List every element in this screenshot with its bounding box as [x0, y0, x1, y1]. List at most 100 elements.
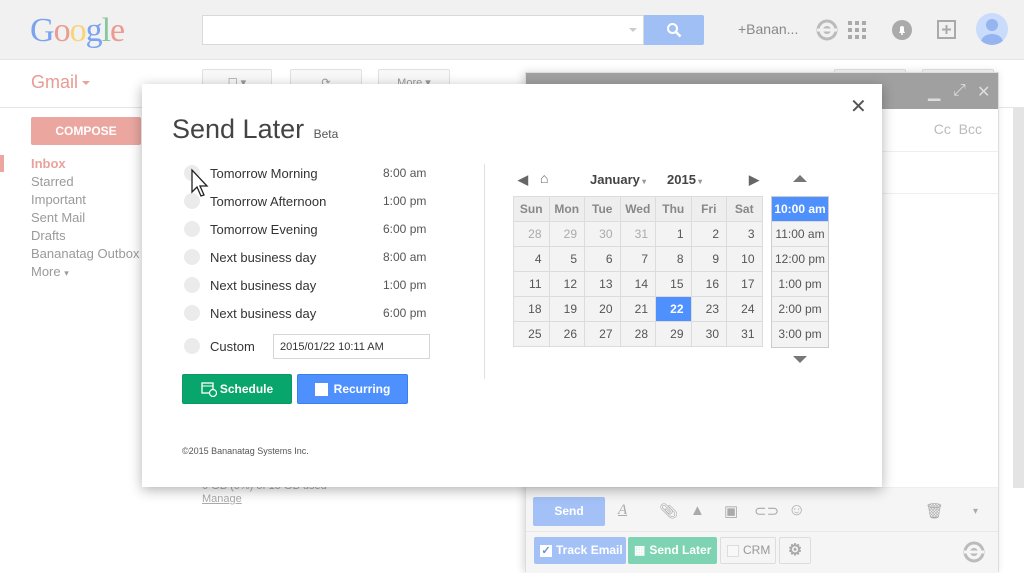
- option-next-business-day-afternoon[interactable]: Next business day 1:00 pm: [184, 276, 434, 296]
- close-icon[interactable]: ✕: [850, 94, 867, 119]
- recurring-toggle[interactable]: Recurring: [297, 374, 408, 404]
- radio-button[interactable]: [184, 277, 200, 293]
- calendar-day[interactable]: 23: [690, 296, 727, 322]
- time-scroll-up-icon[interactable]: [793, 175, 807, 182]
- calendar-day[interactable]: 26: [548, 321, 585, 347]
- calendar-day[interactable]: 28: [513, 221, 550, 247]
- search-button[interactable]: [644, 15, 704, 45]
- avatar[interactable]: [976, 13, 1008, 45]
- search-options-caret-icon[interactable]: [629, 28, 637, 32]
- calendar-day[interactable]: 25: [513, 321, 550, 347]
- time-option[interactable]: 10:00 am: [772, 197, 828, 222]
- formatting-icon[interactable]: A: [618, 502, 627, 519]
- minimize-icon[interactable]: ▁: [928, 82, 940, 102]
- sidebar-item-bananatag-outbox[interactable]: Bananatag Outbox: [31, 245, 139, 263]
- calendar-day[interactable]: 14: [619, 271, 656, 297]
- compose-button[interactable]: COMPOSE: [31, 117, 141, 145]
- calendar-day[interactable]: 28: [619, 321, 656, 347]
- calendar-day[interactable]: 27: [584, 321, 621, 347]
- expand-icon[interactable]: ⤢: [953, 82, 966, 100]
- gmail-menu[interactable]: Gmail: [31, 72, 91, 93]
- calendar-day[interactable]: 5: [548, 246, 585, 272]
- calendar-day[interactable]: 2: [690, 221, 727, 247]
- time-option[interactable]: 2:00 pm: [772, 297, 828, 322]
- radio-button[interactable]: [184, 305, 200, 321]
- drive-icon[interactable]: ▲: [690, 502, 705, 519]
- bananatag-icon[interactable]: [813, 16, 841, 44]
- calendar-day[interactable]: 9: [690, 246, 727, 272]
- time-option[interactable]: 11:00 am: [772, 222, 828, 247]
- calendar-day[interactable]: 22: [655, 296, 692, 322]
- notifications-icon[interactable]: [888, 16, 916, 44]
- calendar-day[interactable]: 19: [548, 296, 585, 322]
- calendar-day[interactable]: 15: [655, 271, 692, 297]
- calendar-day[interactable]: 4: [513, 246, 550, 272]
- calendar-day[interactable]: 29: [548, 221, 585, 247]
- month-select[interactable]: January ▾: [590, 172, 646, 187]
- home-icon[interactable]: ⌂: [540, 170, 548, 186]
- time-scroll-down-icon[interactable]: [793, 356, 807, 363]
- calendar-day[interactable]: 10: [726, 246, 763, 272]
- radio-button[interactable]: [184, 221, 200, 237]
- search-input[interactable]: [202, 15, 644, 45]
- option-tomorrow-afternoon[interactable]: Tomorrow Afternoon 1:00 pm: [184, 192, 434, 212]
- sidebar-item-important[interactable]: Important: [31, 191, 139, 209]
- calendar-day[interactable]: 31: [726, 321, 763, 347]
- calendar-day[interactable]: 3: [726, 221, 763, 247]
- sidebar-item-drafts[interactable]: Drafts: [31, 227, 139, 245]
- cc-link[interactable]: Cc: [934, 121, 951, 137]
- close-icon[interactable]: ✕: [977, 82, 990, 102]
- schedule-button[interactable]: Schedule: [182, 374, 292, 404]
- calendar-day[interactable]: 29: [655, 321, 692, 347]
- share-plus-icon[interactable]: [933, 16, 961, 44]
- google-logo[interactable]: Google: [30, 12, 125, 50]
- trash-icon[interactable]: 🗑︎: [925, 502, 944, 520]
- track-email-toggle[interactable]: ✓ Track Email: [534, 537, 626, 564]
- calendar-day[interactable]: 18: [513, 296, 550, 322]
- scrollbar[interactable]: [1013, 108, 1024, 488]
- crm-toggle[interactable]: CRM: [720, 537, 776, 564]
- year-select[interactable]: 2015 ▾: [667, 172, 702, 187]
- prev-month-icon[interactable]: ◀: [518, 172, 528, 188]
- calendar-day[interactable]: 30: [584, 221, 621, 247]
- calendar-day[interactable]: 16: [690, 271, 727, 297]
- sidebar-item-starred[interactable]: Starred: [31, 173, 139, 191]
- emoji-icon[interactable]: ☺: [788, 500, 805, 520]
- sidebar-item-sent-mail[interactable]: Sent Mail: [31, 209, 139, 227]
- bananatag-logo-icon[interactable]: [962, 540, 986, 569]
- next-month-icon[interactable]: ▶: [749, 172, 759, 188]
- calendar-day[interactable]: 20: [584, 296, 621, 322]
- google-plus-user-link[interactable]: +Banan...: [738, 21, 798, 37]
- calendar-day[interactable]: 11: [513, 271, 550, 297]
- time-option[interactable]: 3:00 pm: [772, 322, 828, 347]
- calendar-day[interactable]: 7: [619, 246, 656, 272]
- custom-datetime-input[interactable]: [273, 334, 430, 359]
- manage-storage-link[interactable]: Manage: [202, 493, 327, 506]
- radio-button[interactable]: [184, 249, 200, 265]
- bcc-link[interactable]: Bcc: [959, 121, 982, 137]
- option-tomorrow-evening[interactable]: Tomorrow Evening 6:00 pm: [184, 220, 434, 240]
- sidebar-item-inbox[interactable]: Inbox: [31, 155, 139, 173]
- settings-gear-button[interactable]: ⚙: [779, 537, 811, 564]
- calendar-day[interactable]: 17: [726, 271, 763, 297]
- send-button[interactable]: Send: [533, 497, 605, 526]
- calendar-day[interactable]: 13: [584, 271, 621, 297]
- calendar-day[interactable]: 21: [619, 296, 656, 322]
- option-tomorrow-morning[interactable]: Tomorrow Morning 8:00 am: [184, 164, 434, 184]
- sidebar-item-more[interactable]: More ▾: [31, 263, 139, 282]
- calendar-day[interactable]: 1: [655, 221, 692, 247]
- more-options-chevron-icon[interactable]: ▾: [973, 506, 978, 517]
- time-option[interactable]: 1:00 pm: [772, 272, 828, 297]
- link-icon[interactable]: ⊂⊃: [754, 502, 779, 520]
- calendar-day[interactable]: 30: [690, 321, 727, 347]
- calendar-day[interactable]: 12: [548, 271, 585, 297]
- apps-grid-icon[interactable]: [843, 16, 871, 44]
- calendar-day[interactable]: 8: [655, 246, 692, 272]
- calendar-day[interactable]: 6: [584, 246, 621, 272]
- radio-button[interactable]: [184, 338, 200, 354]
- calendar-day[interactable]: 31: [619, 221, 656, 247]
- attach-icon[interactable]: 📎︎: [659, 502, 678, 520]
- option-next-business-day-evening[interactable]: Next business day 6:00 pm: [184, 304, 434, 324]
- send-later-button[interactable]: ▦ Send Later: [628, 537, 717, 564]
- time-option[interactable]: 12:00 pm: [772, 247, 828, 272]
